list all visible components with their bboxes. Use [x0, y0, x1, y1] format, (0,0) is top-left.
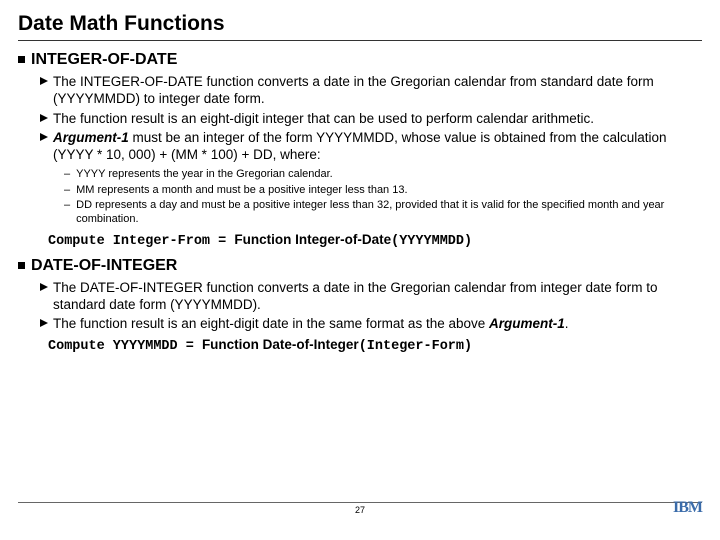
body-text: The DATE-OF-INTEGER function converts a …	[53, 279, 702, 314]
body-text: The INTEGER-OF-DATE function converts a …	[53, 73, 702, 108]
square-bullet-icon	[18, 56, 25, 63]
code-mono-2a: Compute YYYYMMDD =	[48, 339, 202, 354]
sub-item: – MM represents a month and must be a po…	[64, 183, 702, 197]
sub-text: MM represents a month and must be a posi…	[76, 183, 407, 197]
arrow-bullet-icon	[40, 133, 48, 164]
code-mono-1a: Compute Integer-From =	[48, 234, 234, 249]
sub-text: YYYY represents the year in the Gregoria…	[76, 167, 333, 181]
body-item: The DATE-OF-INTEGER function converts a …	[40, 279, 702, 314]
section-1-body: The INTEGER-OF-DATE function converts a …	[40, 73, 702, 163]
ibm-logo: IBM	[673, 499, 702, 517]
dash-bullet-icon: –	[64, 183, 70, 197]
slide-title: Date Math Functions	[18, 12, 702, 41]
code-sans-1: Function Integer-of-Date	[234, 232, 391, 247]
code-mono-1b: (YYYYMMDD)	[391, 234, 472, 249]
code-line-2: Compute YYYYMMDD = Function Date-of-Inte…	[48, 337, 702, 354]
sub-item: – DD represents a day and must be a posi…	[64, 198, 702, 227]
dash-bullet-icon: –	[64, 198, 70, 227]
sub-text: DD represents a day and must be a positi…	[76, 198, 702, 227]
section-heading-1: INTEGER-OF-DATE	[18, 51, 702, 69]
body-text: Argument-1 must be an integer of the for…	[53, 129, 702, 164]
square-bullet-icon	[18, 262, 25, 269]
section-heading-1-text: INTEGER-OF-DATE	[31, 51, 177, 69]
footer-line: 27 IBM	[18, 502, 702, 526]
arrow-bullet-icon	[40, 77, 48, 108]
arrow-bullet-icon	[40, 283, 48, 314]
body-item: The function result is an eight-digit da…	[40, 315, 702, 332]
section-heading-2-text: DATE-OF-INTEGER	[31, 257, 177, 275]
code-line-1: Compute Integer-From = Function Integer-…	[48, 232, 702, 249]
code-mono-2b: (Integer-Form)	[359, 339, 472, 354]
body-text: The function result is an eight-digit da…	[53, 315, 569, 332]
body-item: The function result is an eight-digit in…	[40, 110, 702, 127]
body-text: The function result is an eight-digit in…	[53, 110, 594, 127]
arrow-bullet-icon	[40, 319, 48, 332]
dash-bullet-icon: –	[64, 167, 70, 181]
code-sans-2: Function Date-of-Integer	[202, 337, 359, 352]
section-heading-2: DATE-OF-INTEGER	[18, 257, 702, 275]
section-1-sublist: – YYYY represents the year in the Gregor…	[64, 167, 702, 226]
sub-item: – YYYY represents the year in the Gregor…	[64, 167, 702, 181]
arrow-bullet-icon	[40, 114, 48, 127]
body-item: Argument-1 must be an integer of the for…	[40, 129, 702, 164]
body-item: The INTEGER-OF-DATE function converts a …	[40, 73, 702, 108]
page-number: 27	[355, 505, 365, 515]
section-2-body: The DATE-OF-INTEGER function converts a …	[40, 279, 702, 333]
footer: 27 IBM	[0, 502, 720, 530]
